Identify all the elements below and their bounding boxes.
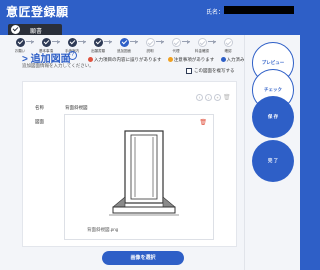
step-check-icon (145, 38, 155, 47)
copy-label: この図面を複写する (194, 68, 235, 73)
delete-image-icon[interactable]: 🗑 (199, 119, 207, 126)
legend-warning-label: 注意事項があります (173, 57, 215, 62)
move-up-icon[interactable]: ↑ (196, 94, 203, 101)
step-label: 出願書類 (91, 49, 105, 53)
step-check-icon (119, 38, 129, 47)
select-image-button[interactable]: 画像を選択 (102, 251, 184, 265)
copy-checkbox[interactable] (186, 68, 192, 74)
card-actions: ↑ ↓ + 🗑 (194, 86, 231, 104)
warning-icon (167, 57, 173, 62)
move-down-icon[interactable]: ↓ (205, 94, 212, 101)
step-check-icon (223, 38, 233, 47)
step-check-icon (171, 38, 181, 47)
step-check-icon (15, 38, 25, 47)
name-value[interactable]: 背面斜視図 (65, 105, 88, 111)
step-label: 代理 (172, 49, 180, 53)
step-9[interactable]: 確認 (214, 38, 242, 54)
section-subtitle: 追加図面情報を入力してください。 (22, 63, 94, 68)
drawing-card: ↑ ↓ + 🗑 名称 背面斜視図 図面 🗑 背面斜視図.png (22, 81, 237, 247)
legend-error-label: 入力項目の内容に誤りがあります (94, 57, 162, 62)
step-label: 確認 (224, 49, 232, 53)
step-check-icon (93, 38, 103, 47)
step-label: 料金確認 (195, 49, 209, 53)
error-icon (88, 57, 93, 62)
image-filename: 背面斜視図.png (87, 227, 119, 232)
image-preview: 🗑 背面斜視図.png (64, 114, 214, 240)
status-legend: 入力項目の内容に誤りがあります 注意事項があります 入力済みです (88, 57, 259, 64)
done-icon (220, 57, 226, 62)
app-title: 意匠登録願 (6, 5, 69, 19)
save-button[interactable]: 保 存 (252, 96, 294, 138)
legend-warning: 注意事項があります (167, 57, 215, 63)
step-label: 説明 (146, 49, 154, 53)
trash-icon[interactable]: 🗑 (223, 95, 231, 103)
app-header: 意匠登録願 氏名： (0, 0, 300, 22)
step-check-icon (67, 38, 77, 47)
add-icon[interactable]: + (214, 94, 221, 101)
image-label: 図面 (35, 119, 44, 124)
step-check-icon (41, 38, 51, 47)
step-label: 追加図面 (117, 49, 131, 53)
design-drawing (109, 130, 179, 216)
user-label: 氏名： (206, 10, 225, 16)
help-icon[interactable]: ? (68, 51, 77, 60)
check-icon (11, 25, 20, 34)
step-check-icon (197, 38, 207, 47)
user-name-redacted (224, 6, 294, 14)
done-button[interactable]: 完 了 (252, 140, 294, 182)
name-label: 名称 (35, 105, 44, 110)
legend-error: 入力項目の内容に誤りがあります (88, 57, 162, 63)
